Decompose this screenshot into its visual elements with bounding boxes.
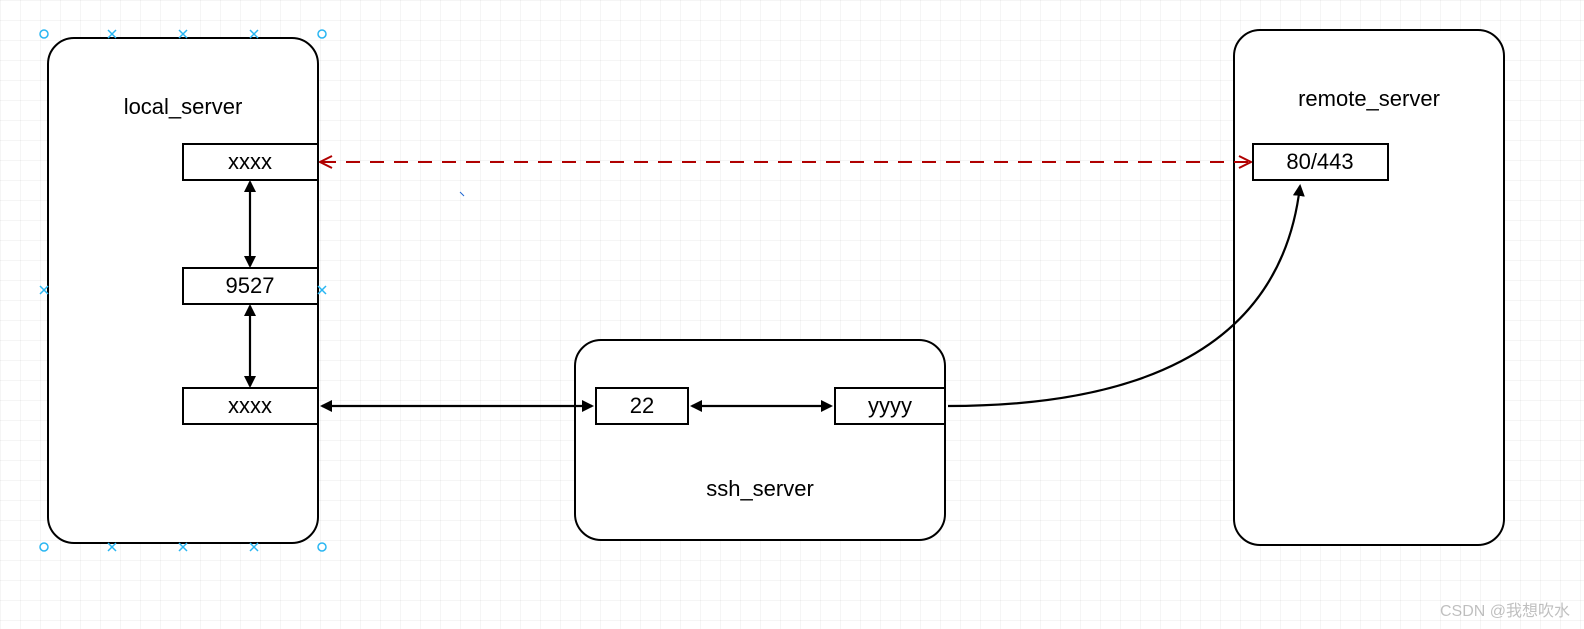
node-local-server-label: local_server bbox=[124, 94, 243, 119]
port-local-bot[interactable]: xxxx bbox=[183, 388, 318, 424]
port-ssh-left-label: 22 bbox=[630, 393, 654, 418]
port-ssh-left[interactable]: 22 bbox=[596, 388, 688, 424]
port-ssh-right-label: yyyy bbox=[868, 393, 912, 418]
port-local-mid-label: 9527 bbox=[226, 273, 275, 298]
node-remote-server[interactable]: remote_server 80/443 bbox=[1234, 30, 1504, 545]
diagram-canvas[interactable]: local_server xxxx 9527 xxxx bbox=[0, 0, 1584, 629]
port-local-bot-label: xxxx bbox=[228, 393, 272, 418]
port-remote-top-label: 80/443 bbox=[1286, 149, 1353, 174]
node-ssh-server-label: ssh_server bbox=[706, 476, 814, 501]
port-remote-top[interactable]: 80/443 bbox=[1253, 144, 1388, 180]
port-local-top[interactable]: xxxx bbox=[183, 144, 318, 180]
node-local-server[interactable]: local_server xxxx 9527 xxxx bbox=[48, 38, 318, 543]
port-local-mid[interactable]: 9527 bbox=[183, 268, 318, 304]
port-local-top-label: xxxx bbox=[228, 149, 272, 174]
node-ssh-server[interactable]: ssh_server 22 yyyy bbox=[575, 340, 945, 540]
node-remote-server-label: remote_server bbox=[1298, 86, 1440, 111]
port-ssh-right[interactable]: yyyy bbox=[835, 388, 945, 424]
